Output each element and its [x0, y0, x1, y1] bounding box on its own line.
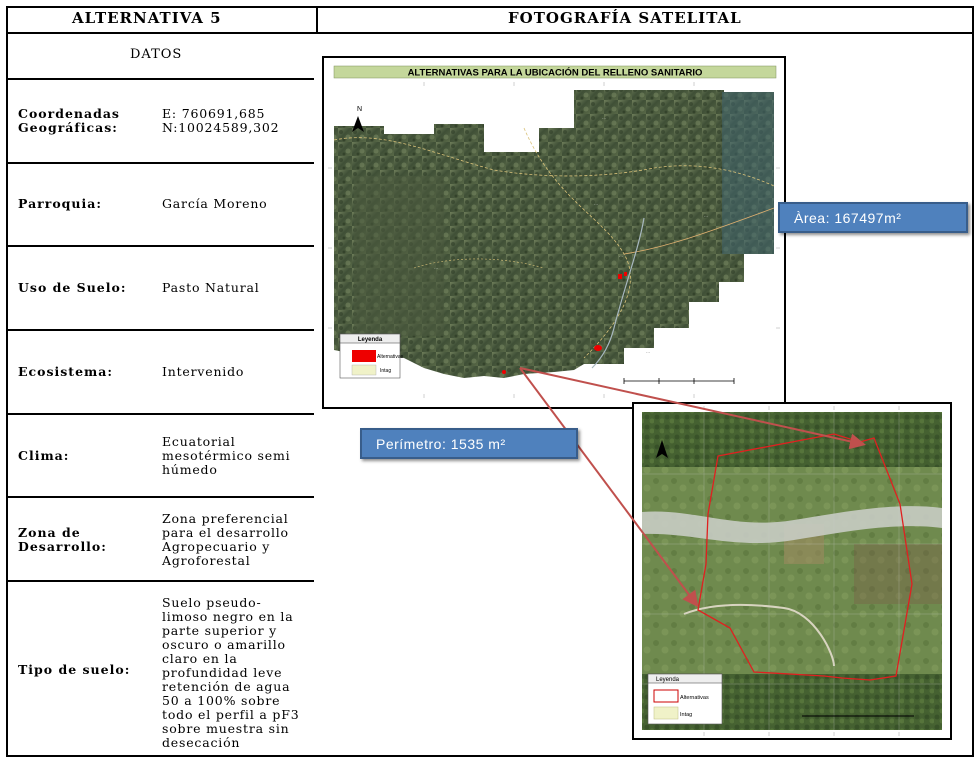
perimetro-callout: Perímetro: 1535 m²	[360, 428, 578, 459]
connector-arrows	[519, 367, 866, 608]
area-callout: Àrea: 167497m²	[778, 202, 968, 233]
arrow-to-detail-left	[519, 367, 699, 608]
